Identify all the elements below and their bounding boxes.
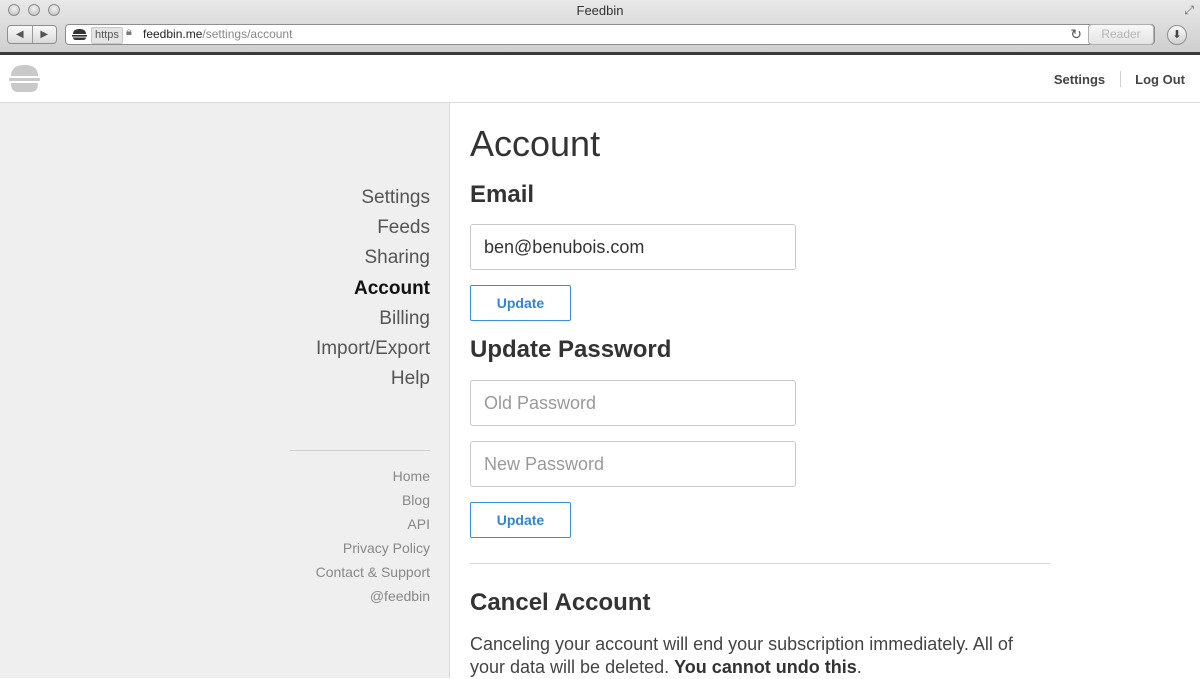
url-domain: feedbin.me: [143, 27, 203, 41]
sidebar-item-billing[interactable]: Billing: [316, 304, 430, 334]
back-forward-buttons: ◀ ▶: [7, 25, 57, 44]
cancel-account-description: Canceling your account will end your sub…: [470, 633, 1050, 679]
footer-link-blog[interactable]: Blog: [316, 488, 430, 512]
sidebar-footer-links: Home Blog API Privacy Policy Contact & S…: [316, 464, 430, 608]
page-title: Account: [470, 123, 601, 164]
sidebar-item-feeds[interactable]: Feeds: [316, 213, 430, 243]
update-password-heading: Update Password: [470, 336, 672, 363]
url-path: /settings/account: [202, 27, 293, 41]
old-password-field[interactable]: [470, 380, 796, 426]
downloads-icon[interactable]: ⬇: [1167, 25, 1187, 45]
footer-link-api[interactable]: API: [316, 512, 430, 536]
sidebar-divider: [290, 450, 430, 451]
reload-icon[interactable]: ↻: [1070, 26, 1082, 43]
email-field[interactable]: [470, 224, 796, 270]
fullscreen-icon[interactable]: ⤢: [1184, 3, 1194, 18]
header-separator: [1120, 71, 1122, 87]
update-email-button[interactable]: Update: [470, 285, 571, 321]
footer-link-home[interactable]: Home: [316, 464, 430, 488]
address-bar[interactable]: https 🔒︎ feedbin.me/settings/account ↻ R…: [65, 24, 1155, 45]
forward-icon[interactable]: ▶: [31, 26, 57, 43]
cancel-account-warning: You cannot undo this: [674, 657, 857, 677]
new-password-field[interactable]: [470, 441, 796, 487]
settings-nav: Settings Feeds Sharing Account Billing I…: [316, 183, 430, 394]
main-content: Account Email Update Update Password Upd…: [451, 103, 1200, 678]
url-text[interactable]: feedbin.me/settings/account: [143, 27, 292, 42]
footer-link-contact-support[interactable]: Contact & Support: [316, 560, 430, 584]
cancel-account-end: .: [856, 657, 862, 677]
section-divider: [470, 563, 1050, 564]
sidebar-item-import-export[interactable]: Import/Export: [316, 334, 430, 364]
reader-button[interactable]: Reader: [1088, 24, 1154, 45]
sidebar-item-settings[interactable]: Settings: [316, 183, 430, 213]
site-header: Settings Log Out: [0, 55, 1200, 103]
footer-link-twitter[interactable]: @feedbin: [316, 584, 430, 608]
window-title: Feedbin: [576, 3, 624, 18]
site-favicon-icon: [72, 29, 87, 40]
email-heading: Email: [470, 181, 535, 208]
header-settings-link[interactable]: Settings: [1054, 72, 1105, 87]
cancel-account-heading: Cancel Account: [470, 589, 651, 616]
https-badge: https: [91, 27, 123, 44]
header-links: Settings Log Out: [1054, 71, 1185, 87]
browser-window-chrome: Feedbin ⤢ ◀ ▶ https 🔒︎ feedbin.me/settin…: [0, 0, 1200, 55]
sidebar-item-sharing[interactable]: Sharing: [316, 243, 431, 273]
settings-sidebar: Settings Feeds Sharing Account Billing I…: [0, 103, 450, 678]
logout-link[interactable]: Log Out: [1135, 72, 1185, 87]
sidebar-item-help[interactable]: Help: [316, 364, 430, 394]
lock-icon: 🔒︎: [126, 26, 132, 38]
update-password-button[interactable]: Update: [470, 502, 571, 538]
feedbin-logo-icon[interactable]: [9, 65, 40, 92]
footer-link-privacy-policy[interactable]: Privacy Policy: [316, 536, 430, 560]
sidebar-item-account[interactable]: Account: [316, 274, 430, 304]
back-icon[interactable]: ◀: [8, 26, 32, 43]
